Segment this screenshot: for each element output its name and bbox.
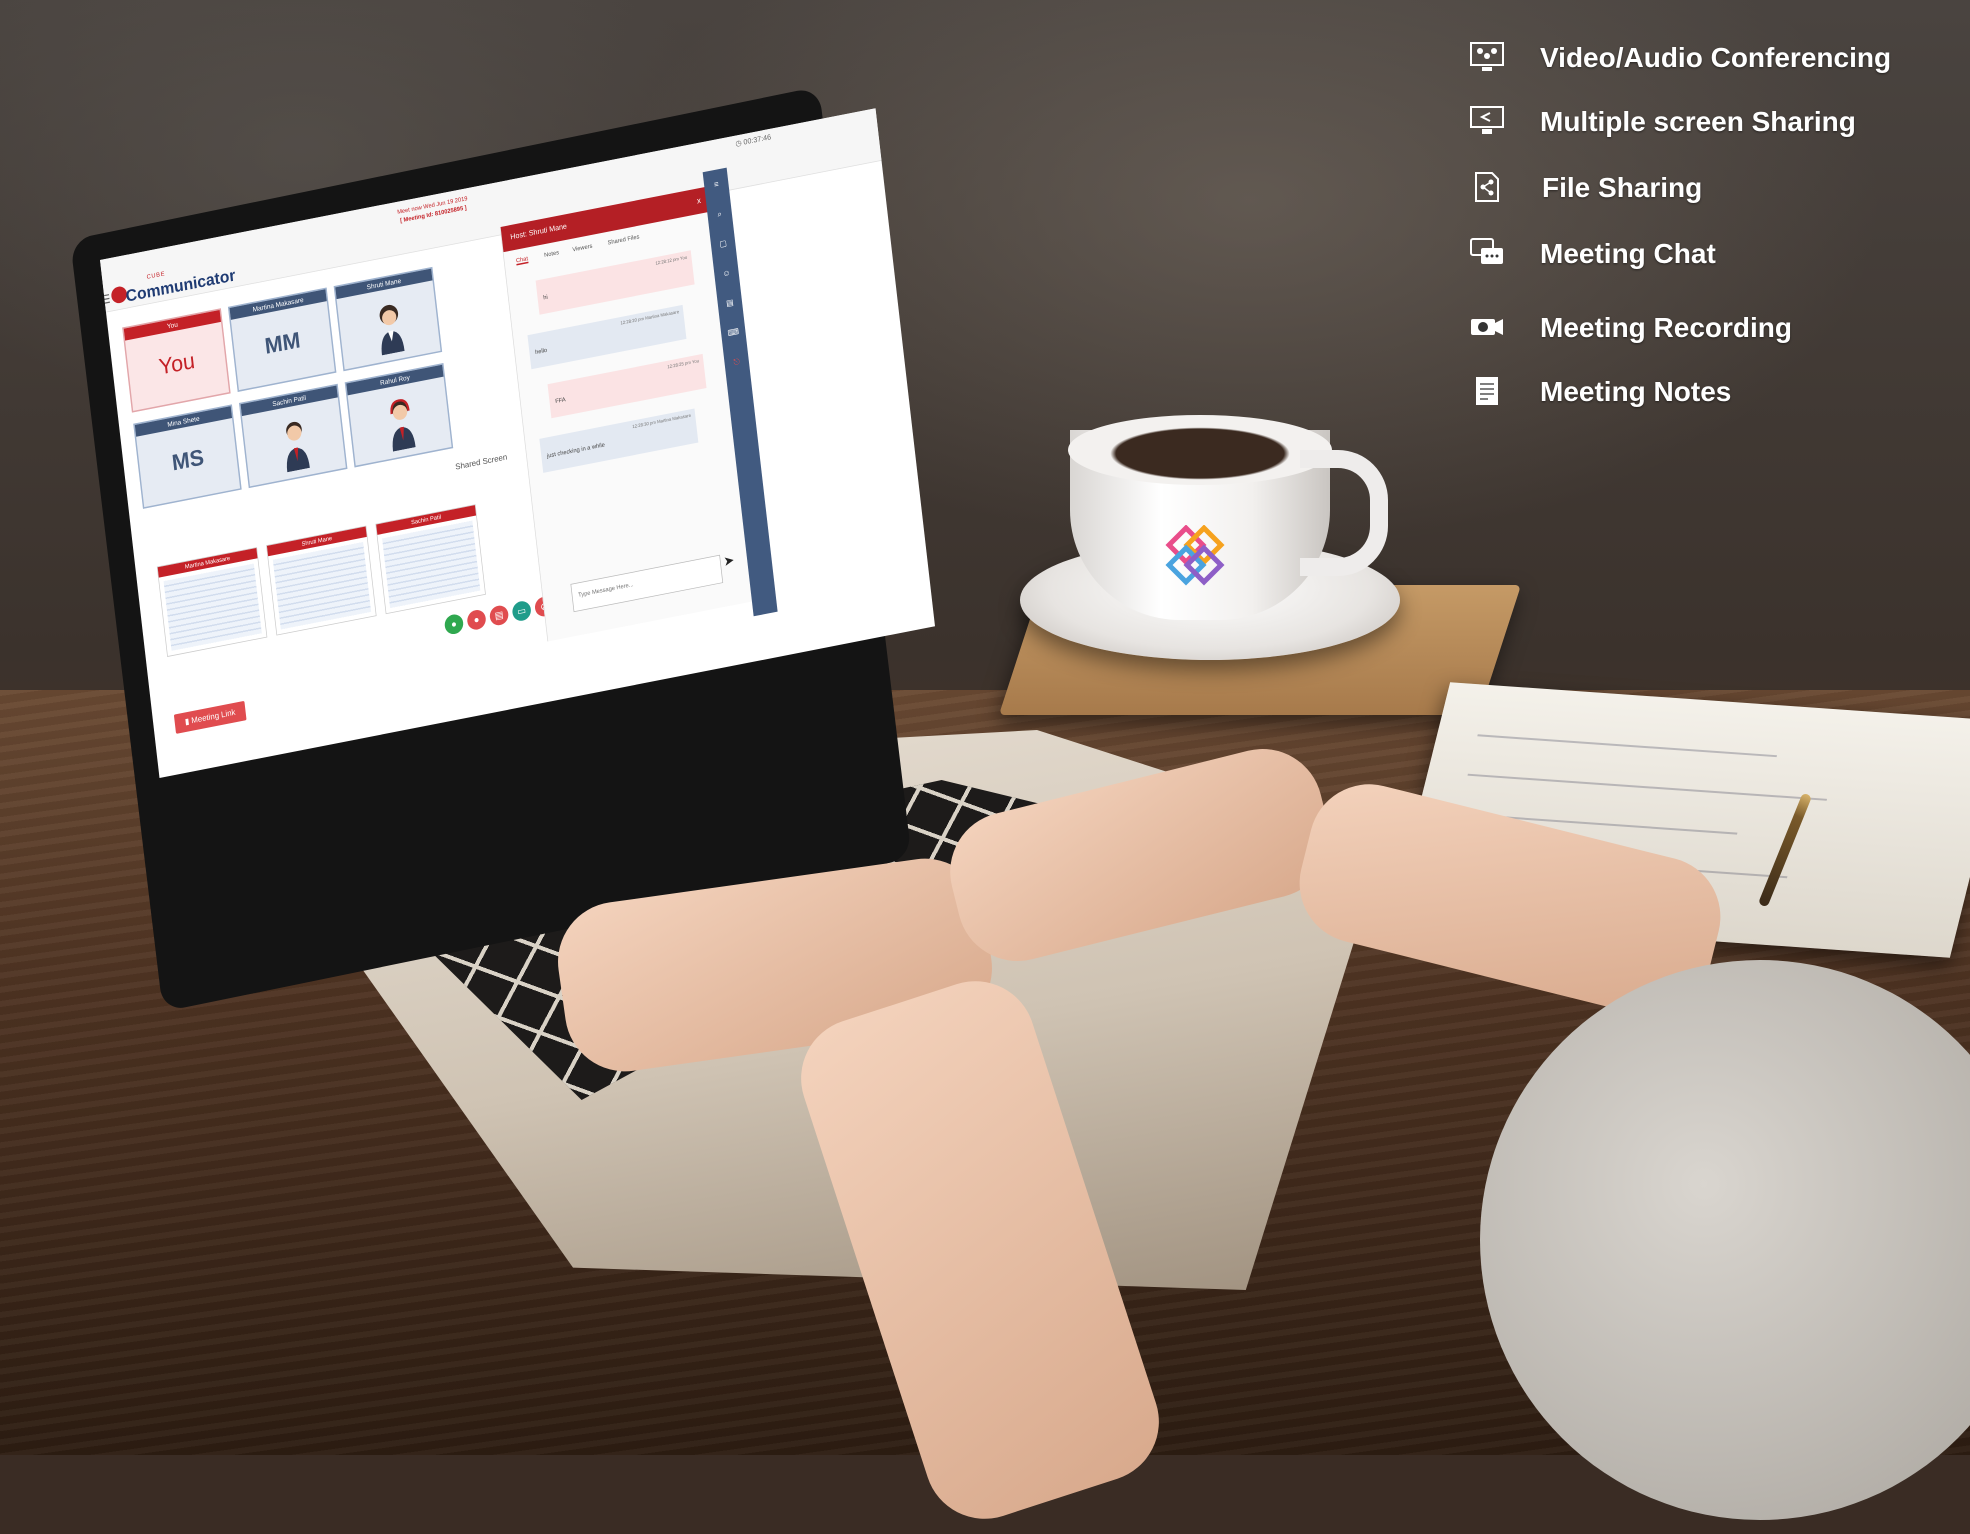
meeting-link-button[interactable]: ▮ Meeting Link	[173, 700, 247, 734]
shared-screen-thumbnail[interactable]: Sachin Patil	[375, 504, 486, 615]
screen-share-icon	[1470, 106, 1504, 134]
participant-tile[interactable]: Rahul Roy	[344, 363, 454, 468]
participant-caption: Rahul Roy	[346, 364, 444, 396]
tab-notes[interactable]: Notes	[544, 249, 560, 259]
message-meta: 12:28:12 pm You	[655, 255, 688, 267]
message-meta: 12:28:25 pm You	[667, 359, 700, 370]
feature-item: Video/Audio Conferencing	[1470, 38, 1950, 78]
send-icon[interactable]: ➤	[723, 552, 735, 570]
chat-icon	[1470, 238, 1503, 264]
chat-toggle-icon[interactable]: ▢	[715, 235, 731, 253]
feature-label: Meeting Notes	[1540, 376, 1732, 407]
feature-item: File Sharing	[1470, 168, 1950, 208]
shared-screen-preview	[272, 542, 372, 630]
record-button[interactable]: ●	[466, 608, 487, 632]
coffee-cup-handle	[1300, 450, 1388, 576]
participant-tile[interactable]: You You	[122, 308, 231, 413]
feature-label: Meeting Recording	[1540, 312, 1793, 343]
timer-value: 00:37:46	[743, 133, 772, 147]
message-text: hi	[542, 293, 549, 302]
tab-shared-files[interactable]: Shared Files	[607, 233, 639, 246]
participant-tile[interactable]: Shruti Mane	[333, 266, 443, 372]
participant-caption: Mina Shete	[134, 406, 233, 437]
shared-screen-thumbnail[interactable]: Martina Makasare	[156, 547, 268, 657]
feature-item: Meeting Notes	[1470, 372, 1950, 412]
participant-initials: MM	[263, 327, 302, 360]
menu-icon[interactable]: ≡	[708, 176, 724, 194]
coffee-cup-rim	[1068, 415, 1332, 485]
male-avatar-icon	[286, 421, 310, 473]
cup-logo-icon	[1165, 525, 1225, 586]
keyboard-icon[interactable]: ⌨	[725, 324, 741, 342]
participant-caption: Martina Makasare	[229, 289, 327, 320]
participant-caption: Shruti Mane	[335, 268, 433, 300]
tab-chat[interactable]: Chat	[515, 255, 529, 266]
participant-tile[interactable]: Mina Shete MS	[133, 404, 242, 509]
feature-label: Multiple screen Sharing	[1540, 106, 1856, 137]
feature-label: File Sharing	[1542, 172, 1703, 203]
participant-initials: You	[157, 348, 197, 380]
message-meta: 12:28:30 pm Martina Makasare	[632, 413, 692, 430]
meeting-link-label: Meeting Link	[190, 708, 236, 726]
feature-item: Meeting Chat	[1470, 234, 1950, 274]
shared-screen-preview	[163, 563, 262, 651]
message-text: just checking in a while	[546, 441, 606, 460]
exit-icon[interactable]: ⎋	[729, 354, 745, 372]
message-text: hello	[534, 346, 548, 356]
tab-viewers[interactable]: Viewers	[572, 242, 593, 253]
chat-message-input[interactable]	[576, 564, 715, 600]
notes-button[interactable]: ▤	[488, 604, 510, 627]
feature-label: Meeting Chat	[1540, 238, 1716, 269]
feature-item: Multiple screen Sharing	[1470, 102, 1950, 142]
search-icon[interactable]: ⌕	[712, 206, 728, 224]
meeting-timer: ◷ 00:37:46	[735, 133, 772, 148]
feature-label: Video/Audio Conferencing	[1540, 42, 1892, 73]
shared-screen-preview	[382, 520, 481, 609]
file-share-icon	[1475, 172, 1499, 202]
participant-initials: MS	[170, 445, 206, 476]
chat-input-box[interactable]	[570, 554, 724, 613]
meeting-info: Meet now Wed Jun 19 2019 [ Meeting Id: 8…	[397, 194, 469, 225]
participant-tile[interactable]: Sachin Patil	[238, 383, 348, 489]
microphone-button[interactable]: ●	[443, 612, 465, 636]
chat-message: 12:28:20 pm Martina Makasare hello	[527, 304, 687, 370]
video-conference-icon	[1470, 42, 1504, 71]
feature-item: Meeting Recording	[1470, 308, 1950, 348]
message-meta: 12:28:20 pm Martina Makasare	[620, 310, 680, 327]
participant-caption: Sachin Patil	[240, 385, 338, 417]
message-text: FFA	[554, 395, 566, 405]
screen-share-button[interactable]: ▭	[511, 599, 532, 623]
shared-screen-thumbnail[interactable]: Shruti Mane	[266, 525, 377, 636]
shared-screen-label: Shared Screen	[454, 452, 508, 472]
camera-icon	[1471, 319, 1503, 335]
chat-message: 12:28:30 pm Martina Makasare just checki…	[539, 408, 699, 473]
clock-icon: ◷	[735, 139, 743, 149]
participant-tile[interactable]: Martina Makasare MM	[227, 287, 337, 392]
participants-icon[interactable]: ☺	[719, 265, 735, 283]
headset-avatar-icon	[390, 399, 416, 452]
document-icon[interactable]: ▤	[722, 294, 738, 312]
brand-name: Communicator	[124, 265, 237, 306]
notes-icon	[1476, 377, 1498, 405]
female-avatar-icon	[379, 304, 405, 356]
close-chat-button[interactable]: x	[696, 188, 703, 214]
chat-message: 12:28:25 pm You FFA	[547, 353, 707, 419]
host-label: Host: Shruti Mane	[510, 222, 568, 242]
participant-caption: You	[123, 309, 221, 341]
